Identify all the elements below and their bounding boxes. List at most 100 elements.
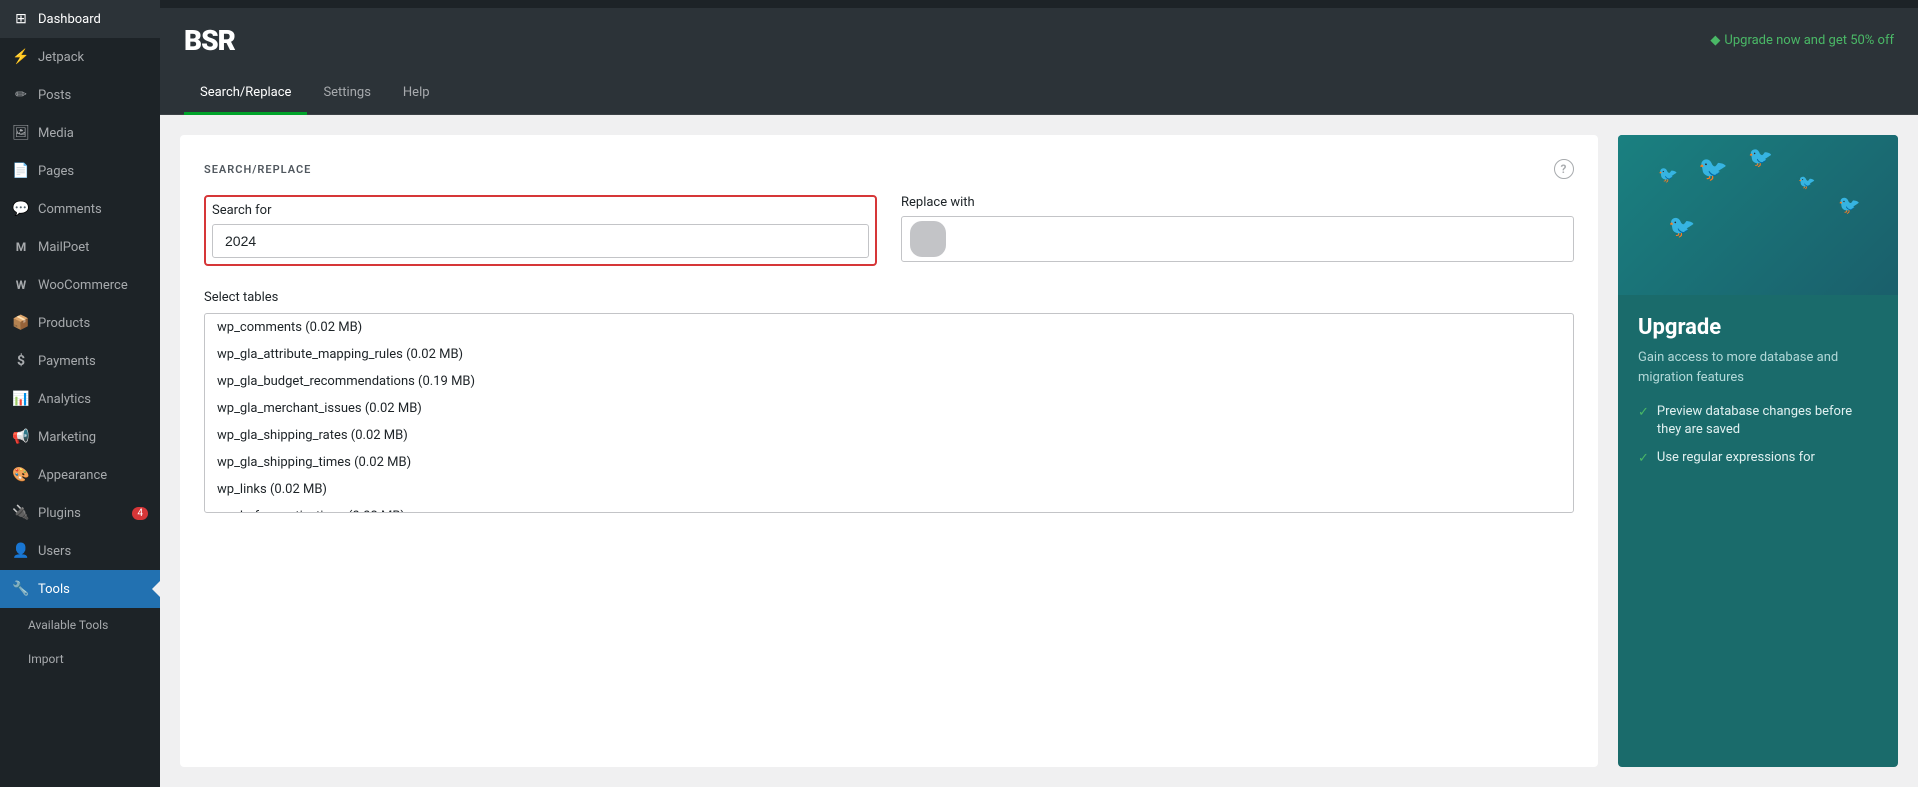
upgrade-content: Upgrade Gain access to more database and… <box>1618 295 1898 499</box>
table-list-item[interactable]: wp_gla_shipping_rates (0.02 MB) <box>205 422 1573 449</box>
sidebar-item-comments[interactable]: 💬 Comments <box>0 190 160 228</box>
active-arrow <box>152 581 160 597</box>
appearance-icon: 🎨 <box>12 466 30 484</box>
tab-settings[interactable]: Settings <box>307 73 386 115</box>
section-title: SEARCH/REPLACE ? <box>204 159 1574 179</box>
upgrade-feature-2: ✓ Use regular expressions for <box>1638 449 1878 468</box>
sidebar-item-analytics[interactable]: 📊 Analytics <box>0 380 160 418</box>
sidebar-item-label: Analytics <box>38 392 91 407</box>
sidebar-item-posts[interactable]: ✏ Posts <box>0 76 160 114</box>
table-list-item[interactable]: wp_links (0.02 MB) <box>205 476 1573 503</box>
sidebar-item-marketing[interactable]: 📢 Marketing <box>0 418 160 456</box>
upgrade-feature-1: ✓ Preview database changes before they a… <box>1638 403 1878 439</box>
comments-icon: 💬 <box>12 200 30 218</box>
sidebar-item-pages[interactable]: 📄 Pages <box>0 152 160 190</box>
products-icon: 📦 <box>12 314 30 332</box>
upgrade-link-text: Upgrade now and get 50% off <box>1724 33 1894 48</box>
upgrade-title: Upgrade <box>1638 315 1878 340</box>
sidebar-item-plugins[interactable]: 🔌 Plugins 4 <box>0 494 160 532</box>
plugin-logo: BSR <box>184 24 235 57</box>
search-input[interactable] <box>212 224 869 258</box>
tab-label: Settings <box>323 85 370 100</box>
bird-icon-4: 🐦 <box>1798 175 1815 191</box>
sidebar-item-label: Available Tools <box>28 618 108 632</box>
bird-icon-2: 🐦 <box>1698 155 1728 183</box>
sidebar-item-label: Posts <box>38 88 71 103</box>
bird-icon-6: 🐦 <box>1668 215 1695 240</box>
main-panel: SEARCH/REPLACE ? Search for Replace with <box>180 135 1598 767</box>
sidebar-item-label: Comments <box>38 202 102 217</box>
replace-toggle[interactable] <box>910 221 946 257</box>
tools-icon: 🔧 <box>12 580 30 598</box>
diamond-icon: ◆ <box>1710 33 1720 48</box>
select-tables-label: Select tables <box>204 290 1574 305</box>
bird-icon-5: 🐦 <box>1838 195 1860 216</box>
sidebar-item-payments[interactable]: $ Payments <box>0 342 160 380</box>
sidebar-item-label: Dashboard <box>38 12 101 27</box>
bird-icon-1: 🐦 <box>1658 165 1678 184</box>
tab-search-replace[interactable]: Search/Replace <box>184 73 307 115</box>
table-list-item[interactable]: wp_lmfwc_activations (0.02 MB) <box>205 503 1573 513</box>
sidebar-item-products[interactable]: 📦 Products <box>0 304 160 342</box>
bird-icon-3: 🐦 <box>1748 145 1773 169</box>
fields-row: Search for Replace with <box>204 195 1574 266</box>
section-title-text: SEARCH/REPLACE <box>204 163 311 176</box>
sidebar-item-label: WooCommerce <box>38 278 128 293</box>
replace-field-group: Replace with <box>901 195 1574 266</box>
upgrade-illustration: 🐦 🐦 🐦 🐦 🐦 🐦 <box>1618 135 1898 295</box>
payments-icon: $ <box>12 352 30 370</box>
check-icon-2: ✓ <box>1638 450 1649 468</box>
sidebar-item-jetpack[interactable]: ⚡ Jetpack <box>0 38 160 76</box>
tab-label: Search/Replace <box>200 85 291 100</box>
mailpoet-icon: M <box>12 238 30 256</box>
content-area: SEARCH/REPLACE ? Search for Replace with <box>160 115 1918 787</box>
sidebar-item-label: Marketing <box>38 430 96 445</box>
sidebar-item-appearance[interactable]: 🎨 Appearance <box>0 456 160 494</box>
plugin-header: BSR ◆ Upgrade now and get 50% off <box>160 8 1918 73</box>
tab-help[interactable]: Help <box>387 73 446 115</box>
table-list-item[interactable]: wp_gla_shipping_times (0.02 MB) <box>205 449 1573 476</box>
plugins-icon: 🔌 <box>12 504 30 522</box>
sidebar-item-woocommerce[interactable]: W WooCommerce <box>0 266 160 304</box>
main-content: BSR ◆ Upgrade now and get 50% off Search… <box>160 0 1918 787</box>
feature-text-2: Use regular expressions for <box>1657 449 1815 467</box>
pages-icon: 📄 <box>12 162 30 180</box>
sidebar: ⊞ Dashboard ⚡ Jetpack ✏ Posts 🖼 Media 📄 … <box>0 0 160 787</box>
search-field-group: Search for <box>204 195 877 266</box>
tab-label: Help <box>403 85 430 100</box>
sidebar-item-dashboard[interactable]: ⊞ Dashboard <box>0 0 160 38</box>
sidebar-item-label: Jetpack <box>38 50 84 65</box>
sidebar-item-label: Media <box>38 126 74 141</box>
upgrade-link[interactable]: ◆ Upgrade now and get 50% off <box>1710 33 1894 48</box>
plugins-badge: 4 <box>132 507 148 520</box>
woocommerce-icon: W <box>12 276 30 294</box>
jetpack-icon: ⚡ <box>12 48 30 66</box>
table-list-item[interactable]: wp_gla_budget_recommendations (0.19 MB) <box>205 368 1573 395</box>
search-field-wrapper: Search for <box>204 195 877 266</box>
sidebar-item-label: Appearance <box>38 468 107 483</box>
sidebar-item-label: Users <box>38 544 71 559</box>
tab-navigation: Search/Replace Settings Help <box>160 73 1918 115</box>
sidebar-item-label: Plugins <box>38 506 81 521</box>
table-list-item[interactable]: wp_gla_attribute_mapping_rules (0.02 MB) <box>205 341 1573 368</box>
sidebar-item-mailpoet[interactable]: M MailPoet <box>0 228 160 266</box>
dashboard-icon: ⊞ <box>12 10 30 28</box>
sidebar-item-users[interactable]: 👤 Users <box>0 532 160 570</box>
table-list-item[interactable]: wp_comments (0.02 MB) <box>205 314 1573 341</box>
check-icon-1: ✓ <box>1638 404 1649 422</box>
replace-input-wrapper <box>901 216 1574 262</box>
sidebar-item-available-tools[interactable]: Available Tools <box>0 608 160 642</box>
replace-input[interactable] <box>954 223 1573 255</box>
posts-icon: ✏ <box>12 86 30 104</box>
upgrade-description: Gain access to more database and migrati… <box>1638 348 1878 387</box>
sidebar-item-import[interactable]: Import <box>0 642 160 676</box>
sidebar-item-tools[interactable]: 🔧 Tools <box>0 570 160 608</box>
media-icon: 🖼 <box>12 124 30 142</box>
search-field-label: Search for <box>212 203 869 218</box>
help-icon[interactable]: ? <box>1554 159 1574 179</box>
tables-list[interactable]: wp_comments (0.02 MB)wp_gla_attribute_ma… <box>204 313 1574 513</box>
table-list-item[interactable]: wp_gla_merchant_issues (0.02 MB) <box>205 395 1573 422</box>
sidebar-item-media[interactable]: 🖼 Media <box>0 114 160 152</box>
sidebar-item-label: Payments <box>38 354 96 369</box>
replace-field-label: Replace with <box>901 195 1574 210</box>
